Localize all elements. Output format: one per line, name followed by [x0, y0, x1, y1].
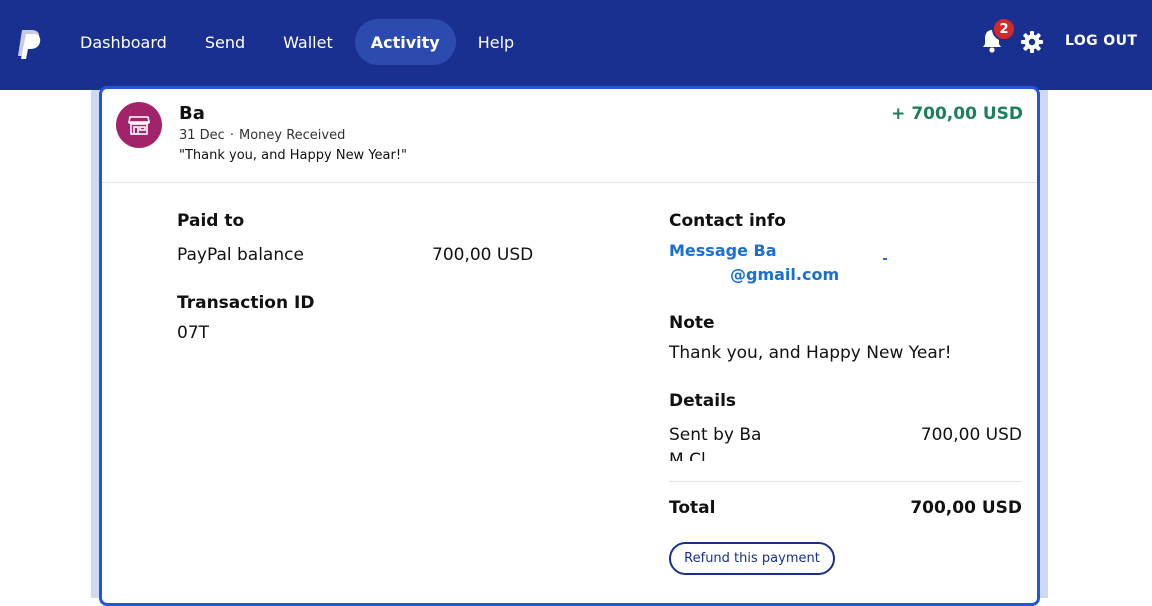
nav-activity[interactable]: Activity	[354, 19, 456, 65]
merchant-avatar	[116, 102, 162, 148]
total-amount: 700,00 USD	[910, 498, 1022, 518]
redacted-mark	[883, 258, 887, 260]
paid-to-label: Paid to	[177, 211, 245, 231]
sent-by-text-line2: M Cl	[669, 450, 706, 461]
transaction-id-label: Transaction ID	[177, 293, 315, 313]
refund-payment-button[interactable]: Refund this payment	[669, 542, 835, 575]
gear-icon[interactable]	[1020, 30, 1044, 54]
transaction-message: "Thank you, and Happy New Year!"	[179, 148, 408, 163]
page-frame-left	[91, 90, 99, 598]
nav-dashboard[interactable]: Dashboard	[64, 19, 183, 65]
message-sender-link[interactable]: Message Ba	[669, 241, 776, 260]
nav-help[interactable]: Help	[462, 19, 530, 65]
main-nav: Dashboard Send Wallet Activity Help	[64, 19, 536, 65]
paid-to-account: PayPal balance	[177, 245, 304, 265]
paid-to-amount: 700,00 USD	[432, 245, 534, 265]
details-label: Details	[669, 391, 737, 411]
sent-by-text: Sent by Ba	[669, 425, 762, 445]
paypal-logo[interactable]	[16, 28, 42, 60]
sender-email-link[interactable]: @gmail.com	[730, 265, 839, 284]
nav-wallet[interactable]: Wallet	[267, 19, 349, 65]
sender-name: Ba	[179, 103, 205, 124]
notification-badge: 2	[992, 17, 1016, 41]
transaction-amount: + 700,00 USD	[891, 104, 1023, 124]
page-frame-right	[1040, 90, 1048, 598]
top-navigation-bar: Dashboard Send Wallet Activity Help 2 LO…	[0, 0, 1152, 90]
note-text: Thank you, and Happy New Year!	[669, 343, 952, 363]
store-icon	[128, 116, 150, 135]
transaction-detail-card: Ba 31 Dec · Money Received "Thank you, and…	[99, 86, 1040, 606]
nav-send[interactable]: Send	[189, 19, 261, 65]
total-divider	[669, 481, 1022, 482]
meta-separator: ·	[229, 128, 234, 143]
contact-info-label: Contact info	[669, 211, 786, 231]
transaction-meta: 31 Dec · Money Received	[179, 128, 345, 143]
transaction-type: Money Received	[238, 128, 346, 143]
note-label: Note	[669, 313, 715, 333]
transaction-summary-row[interactable]: Ba 31 Dec · Money Received "Thank you, and…	[102, 89, 1037, 183]
logout-button[interactable]: LOG OUT	[1065, 33, 1137, 49]
transaction-id: 07T	[177, 323, 210, 343]
transaction-date: 31 Dec	[179, 128, 225, 143]
total-label: Total	[669, 498, 716, 518]
sent-amount: 700,00 USD	[920, 425, 1022, 445]
